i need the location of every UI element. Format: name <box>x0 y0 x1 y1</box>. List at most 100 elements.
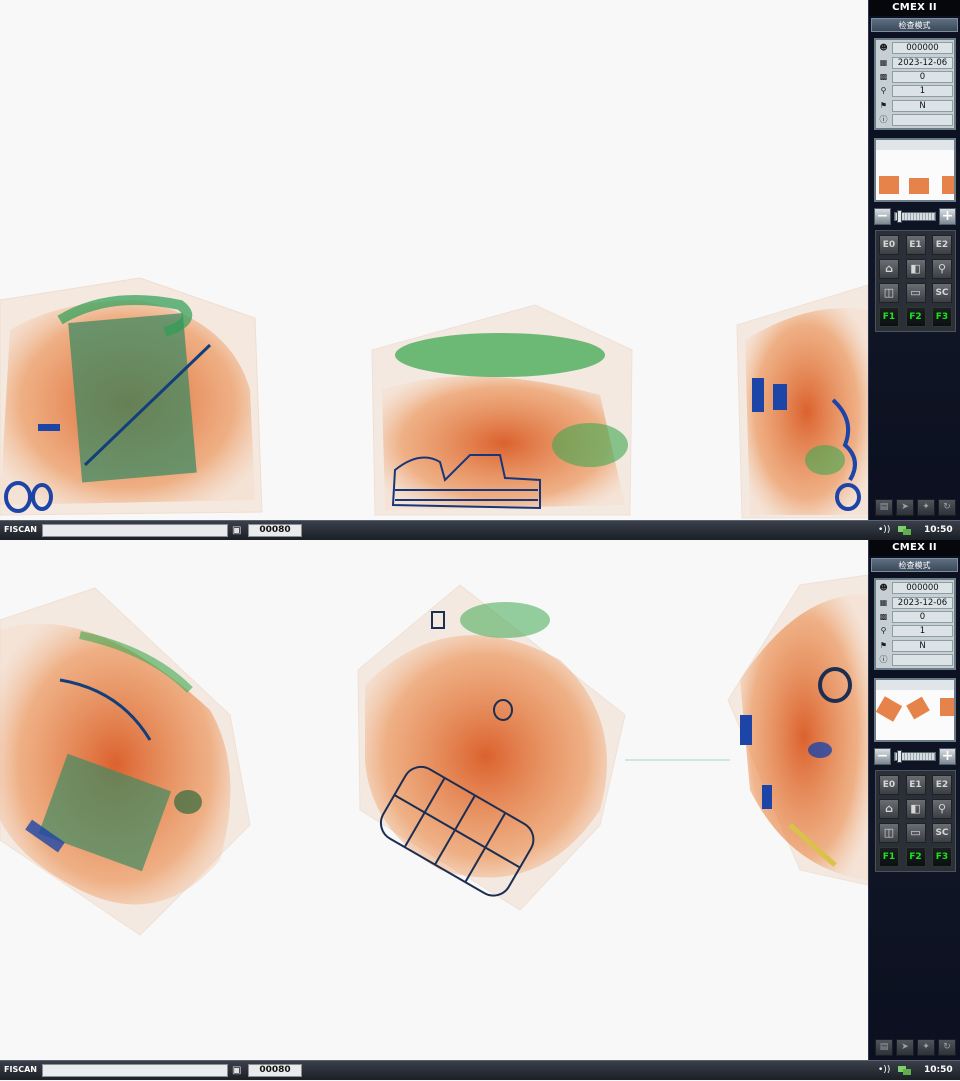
info-row-note: ⓘ <box>877 113 953 127</box>
info-row-flag: ⚑ N <box>877 99 953 113</box>
xray-viewport[interactable] <box>0 540 868 1060</box>
info-row-flag: ⚑ N <box>877 639 953 653</box>
overview-thumbnail[interactable] <box>874 678 956 743</box>
flag-icon: ⚑ <box>879 100 888 110</box>
note-value <box>892 114 953 127</box>
zoom-out-button[interactable]: − <box>874 208 891 226</box>
zoom-in-button[interactable]: + <box>939 748 956 766</box>
f1-button[interactable]: F1 <box>879 307 899 328</box>
xray-bag-3 <box>736 284 868 519</box>
info-row-operator: ☻ 000000 <box>877 581 953 595</box>
f2-button[interactable]: F2 <box>905 307 926 328</box>
magnify-icon[interactable]: ⚲ <box>932 259 952 280</box>
e0-button[interactable]: E0 <box>879 775 899 796</box>
info-row-operator: ☻ 000000 <box>877 41 953 55</box>
sound-icon[interactable]: •)) <box>878 525 890 535</box>
status-message-field <box>42 1064 228 1077</box>
zoom-slider-handle[interactable] <box>897 210 902 224</box>
home-icon[interactable]: ⌂ <box>879 799 899 820</box>
status-bar: FISCAN ▣ 00080 •)) 10:50 <box>0 1060 960 1080</box>
count-value: 0 <box>892 610 953 623</box>
calendar-icon: ▦ <box>879 597 888 607</box>
info-icon: ⓘ <box>879 115 888 125</box>
network-icon[interactable] <box>897 524 912 537</box>
bag-counter: 00080 <box>248 1064 302 1077</box>
system-tray: •)) 10:50 <box>870 1061 960 1081</box>
mode-label[interactable]: 检查模式 <box>871 18 958 32</box>
home-icon[interactable]: ⌂ <box>879 259 899 280</box>
function-keypad: E0 E1 E2 ⌂ ◧ ⚲ ◫ ▭ SC F1 F2 F3 <box>875 770 956 873</box>
rotate-icon[interactable]: ↻ <box>938 1039 956 1056</box>
sc-button[interactable]: SC <box>932 823 952 844</box>
e1-button[interactable]: E1 <box>905 235 926 256</box>
display-icon[interactable]: ▭ <box>905 823 926 844</box>
f3-button[interactable]: F3 <box>932 307 952 328</box>
info-row-date: ▦ 2023-12-06 <box>877 55 953 69</box>
info-panel: ☻ 000000 ▦ 2023-12-06 ▩ 0 ⚲ 1 ⚑ N ⓘ <box>874 38 956 131</box>
e2-button[interactable]: E2 <box>932 235 952 256</box>
fiscan-logo: FISCAN <box>4 525 37 534</box>
contrast-icon[interactable]: ◧ <box>905 799 926 820</box>
info-row-count: ▩ 0 <box>877 70 953 84</box>
xray-scene <box>0 277 868 519</box>
xray-bag-2 <box>357 584 730 911</box>
magnify-icon[interactable]: ⚲ <box>932 799 952 820</box>
f1-button[interactable]: F1 <box>879 847 899 868</box>
magnifier-icon: ⚲ <box>880 86 887 96</box>
scanner-screen-bottom: CMEX II 检查模式 ☻ 000000 ▦ 2023-12-06 ▩ 0 ⚲… <box>0 540 960 1080</box>
split-view-icon[interactable]: ◫ <box>879 283 899 304</box>
zoom-slider[interactable] <box>894 210 936 224</box>
zoom-control: − + <box>874 748 956 766</box>
f2-button[interactable]: F2 <box>905 847 926 868</box>
bag-counter: 00080 <box>248 524 302 537</box>
xray-bag-2 <box>371 304 633 516</box>
calendar-icon: ▦ <box>879 57 888 67</box>
magnifier-icon: ⚲ <box>880 626 887 636</box>
date-value: 2023-12-06 <box>892 596 953 609</box>
zoom-out-button[interactable]: − <box>874 748 891 766</box>
info-row-count: ▩ 0 <box>877 610 953 624</box>
xray-viewport[interactable] <box>0 0 868 520</box>
f3-button[interactable]: F3 <box>932 847 952 868</box>
sound-icon[interactable]: •)) <box>878 1065 890 1075</box>
info-row-zoom: ⚲ 1 <box>877 84 953 98</box>
overview-thumbnail[interactable] <box>874 138 956 203</box>
clock: 10:50 <box>924 525 953 535</box>
note-value <box>892 654 953 667</box>
split-view-icon[interactable]: ◫ <box>879 823 899 844</box>
save-icon[interactable]: ▤ <box>875 1039 893 1056</box>
tools-icon[interactable]: ✦ <box>917 1039 935 1056</box>
contrast-icon[interactable]: ◧ <box>905 259 926 280</box>
zoom-value: 1 <box>892 85 953 98</box>
save-icon[interactable]: ▤ <box>875 499 893 516</box>
info-row-note: ⓘ <box>877 653 953 667</box>
xray-bag-1 <box>0 587 251 936</box>
tools-icon[interactable]: ✦ <box>917 499 935 516</box>
zoom-slider-handle[interactable] <box>897 750 902 764</box>
thumbnail-image <box>876 140 954 195</box>
brand-title: CMEX II <box>869 540 960 556</box>
counter-icon: ▩ <box>879 611 888 621</box>
xray-scene <box>0 574 868 936</box>
mode-label[interactable]: 检查模式 <box>871 558 958 572</box>
scanner-screen-top: CMEX II 检查模式 ☻ 000000 ▦ 2023-12-06 ▩ 0 ⚲… <box>0 0 960 540</box>
info-panel: ☻ 000000 ▦ 2023-12-06 ▩ 0 ⚲ 1 ⚑ N ⓘ <box>874 578 956 671</box>
zoom-in-button[interactable]: + <box>939 208 956 226</box>
display-icon[interactable]: ▭ <box>905 283 926 304</box>
flag-value: N <box>892 99 953 112</box>
info-row-zoom: ⚲ 1 <box>877 624 953 638</box>
operator-id: 000000 <box>892 582 953 595</box>
network-icon[interactable] <box>897 1064 912 1077</box>
e1-button[interactable]: E1 <box>905 775 926 796</box>
send-icon[interactable]: ➤ <box>896 499 914 516</box>
e0-button[interactable]: E0 <box>879 235 899 256</box>
rotate-icon[interactable]: ↻ <box>938 499 956 516</box>
sc-button[interactable]: SC <box>932 283 952 304</box>
fiscan-logo: FISCAN <box>4 1065 37 1074</box>
send-icon[interactable]: ➤ <box>896 1039 914 1056</box>
clock: 10:50 <box>924 1065 953 1075</box>
function-keypad: E0 E1 E2 ⌂ ◧ ⚲ ◫ ▭ SC F1 F2 F3 <box>875 230 956 333</box>
zoom-slider[interactable] <box>894 750 936 764</box>
e2-button[interactable]: E2 <box>932 775 952 796</box>
flag-value: N <box>892 639 953 652</box>
